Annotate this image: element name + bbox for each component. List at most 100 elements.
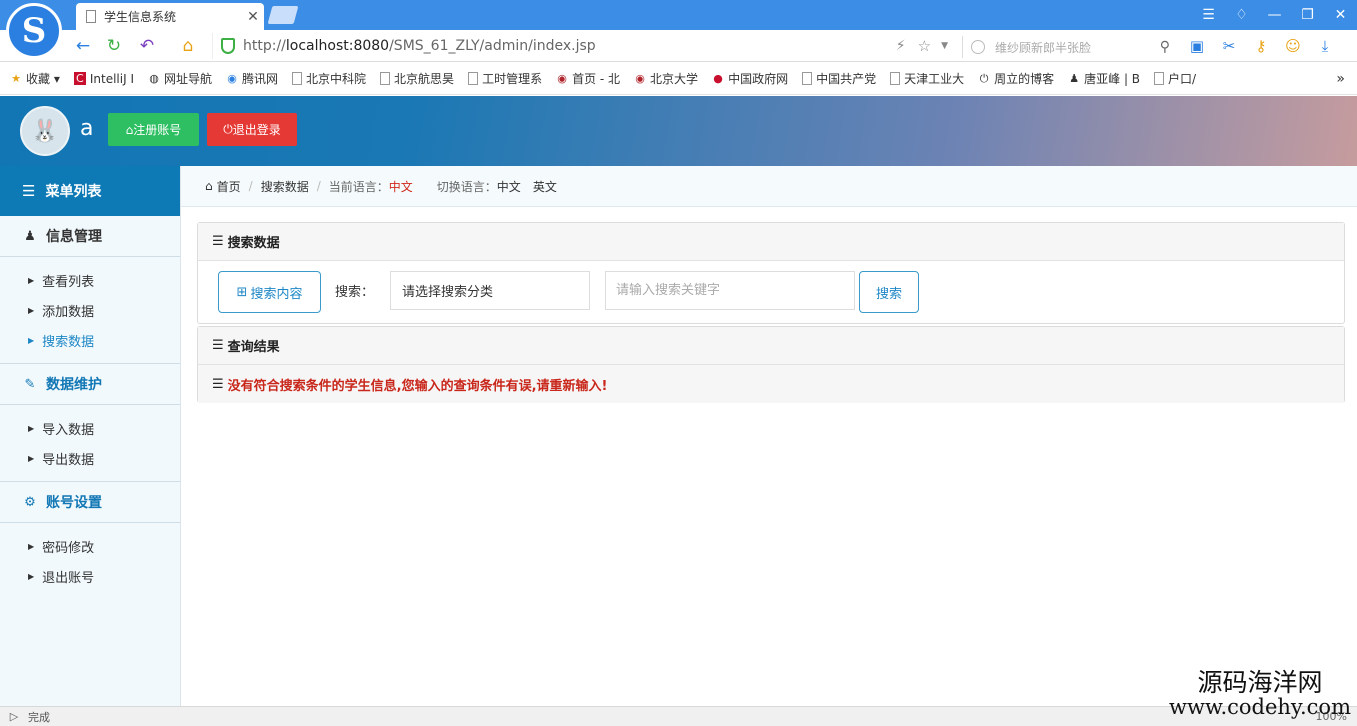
globe-icon: ◍ [149, 72, 159, 85]
close-window-icon[interactable]: ✕ [1324, 0, 1357, 30]
menu-icon[interactable]: ☰ [1192, 0, 1225, 30]
secure-shield-icon [221, 38, 235, 54]
bookmark-item[interactable]: 北京航思昊 [380, 70, 454, 87]
download-icon[interactable]: ⤓ [1314, 35, 1336, 57]
breadcrumb: ⌂ 首页 / 搜索数据 / 当前语言： 中文 切换语言： 中文 英文 [181, 166, 1357, 207]
emoji-icon[interactable]: ☺ [1282, 35, 1304, 57]
pku-icon: ◉ [557, 72, 567, 85]
bookmark-item[interactable]: ◉ 北京大学 [634, 70, 698, 87]
home-icon[interactable]: ⌂ [177, 35, 199, 57]
switch-language-label: 切换语言： [436, 179, 497, 194]
bookmark-item[interactable]: ♟ 唐亚峰 | B [1068, 70, 1140, 87]
sidebar-items-account: ▶ 密码修改 ▶ 退出账号 [0, 523, 180, 599]
play-icon[interactable]: ▷ [0, 710, 28, 723]
search-engine-icon [971, 40, 985, 54]
logout-button[interactable]: ⏻ 退出登录 [207, 113, 297, 146]
close-tab-icon[interactable]: ✕ [242, 9, 264, 25]
search-button[interactable]: 搜索 [859, 271, 919, 313]
tab-title: 学生信息系统 [104, 10, 177, 24]
bookmark-item[interactable]: ◉ 首页 - 北 [556, 70, 620, 87]
qq-icon: ◉ [227, 72, 237, 85]
minimize-icon[interactable]: — [1258, 0, 1291, 30]
address-bar[interactable]: http://localhost:8080/SMS_61_ZLY/admin/i… [212, 33, 954, 59]
keyword-input[interactable] [605, 271, 855, 310]
new-tab-button[interactable] [267, 6, 299, 24]
more-bookmarks-icon[interactable]: » [1336, 71, 1345, 87]
power-icon: ⏻ [223, 122, 233, 136]
bookmark-item[interactable]: 中国共产党 [802, 70, 876, 87]
sidebar-item-import[interactable]: ▶ 导入数据 [0, 413, 180, 443]
page-icon [380, 72, 391, 85]
bookmark-item[interactable]: 户口/ [1154, 70, 1196, 87]
current-language-value: 中文 [388, 179, 413, 194]
page-icon [890, 72, 901, 85]
bars-icon: ☰ [212, 376, 224, 392]
key-icon[interactable]: ⚷ [1250, 35, 1272, 57]
bookmark-item[interactable]: ⏻ 周立的博客 [978, 70, 1054, 87]
maximize-icon[interactable]: ❐ [1291, 0, 1324, 30]
plus-square-icon: ⊞ [236, 284, 248, 300]
watermark-url: www.codehy.com [1169, 695, 1351, 720]
bookmark-item[interactable]: ★ 收藏 ▾ [10, 70, 60, 87]
bookmark-item[interactable]: C IntelliJ I [73, 72, 134, 86]
sidebar-item-view-list[interactable]: ▶ 查看列表 [0, 265, 180, 295]
refresh-icon[interactable]: ↻ [103, 35, 125, 57]
chevron-down-icon[interactable]: ▼ [941, 41, 948, 51]
result-panel: ☰ 查询结果 ☰ 没有符合搜索条件的学生信息,您输入的查询条件有误,请重新输入! [197, 326, 1345, 403]
bars-icon: ☰ [212, 338, 224, 353]
browser-tab[interactable]: 学生信息系统 ✕ [76, 3, 264, 30]
bookmark-item[interactable]: ● 中国政府网 [712, 70, 788, 87]
bars-icon: ☰ [212, 234, 224, 249]
page-icon [1154, 72, 1165, 85]
bookmark-item[interactable]: 北京中科院 [292, 70, 366, 87]
sidebar-group-info[interactable]: ♟ 信息管理 [0, 216, 180, 257]
lang-en-link[interactable]: 英文 [533, 178, 557, 195]
caret-right-icon: ▶ [28, 453, 35, 463]
current-language-label: 当前语言： [328, 179, 389, 194]
scissors-icon[interactable]: ✂ [1218, 35, 1240, 57]
caret-right-icon: ▶ [28, 275, 35, 285]
browser-logo: S [6, 3, 62, 59]
sidebar-item-export[interactable]: ▶ 导出数据 [0, 443, 180, 473]
category-select[interactable]: 请选择搜索分类 [390, 271, 590, 310]
bookmark-item[interactable]: ◍ 网址导航 [148, 70, 212, 87]
bookmark-item[interactable]: 天津工业大 [890, 70, 964, 87]
sidebar-item-change-password[interactable]: ▶ 密码修改 [0, 531, 180, 561]
sync-icon[interactable]: ▣ [1186, 35, 1208, 57]
sidebar-item-search-data[interactable]: ▶ 搜索数据 [0, 325, 180, 355]
search-icon[interactable]: ⚲ [1160, 39, 1170, 55]
search-content-button[interactable]: ⊞ 搜索内容 [218, 271, 321, 313]
sidebar-item-logout-account[interactable]: ▶ 退出账号 [0, 561, 180, 591]
caret-right-icon: ▶ [28, 423, 35, 433]
caret-right-icon: ▶ [28, 335, 35, 345]
sidebar-group-account[interactable]: ⚙ 账号设置 [0, 482, 180, 523]
back-icon[interactable]: ← [72, 35, 94, 57]
bookmark-item[interactable]: ◉ 腾讯网 [226, 70, 278, 87]
register-button[interactable]: ⌂ 注册账号 [108, 113, 199, 146]
skin-icon[interactable]: ♢ [1225, 0, 1258, 30]
pku-icon: ◉ [635, 72, 645, 85]
lightning-icon[interactable]: ⚡ [896, 38, 906, 54]
search-panel-body: ⊞ 搜索内容 搜索： 请选择搜索分类 搜索 [198, 261, 1344, 324]
result-panel-header: ☰ 查询结果 [198, 327, 1344, 365]
window-controls: ☰ ♢ — ❐ ✕ [1192, 0, 1357, 30]
bookmark-item[interactable]: 工时管理系 [468, 70, 542, 87]
page-icon [292, 72, 303, 85]
browser-statusbar: ▷ 完成 100% [0, 706, 1357, 726]
star-icon[interactable]: ☆ [918, 37, 931, 55]
page-icon [802, 72, 813, 85]
lang-zh-link[interactable]: 中文 [497, 178, 521, 195]
breadcrumb-separator: / [316, 179, 321, 193]
emblem-icon: ● [713, 72, 723, 85]
search-label: 搜索： [335, 285, 375, 300]
menu-header: ☰ 菜单列表 [0, 166, 180, 216]
address-url[interactable]: http://localhost:8080/SMS_61_ZLY/admin/i… [243, 38, 896, 54]
sidebar-item-add-data[interactable]: ▶ 添加数据 [0, 295, 180, 325]
sidebar-group-maintenance[interactable]: ✎ 数据维护 [0, 364, 180, 405]
page-icon [468, 72, 479, 85]
breadcrumb-home[interactable]: 首页 [217, 178, 241, 195]
browser-search[interactable]: 维纱顾新郎半张脸 ⚲ [962, 36, 1176, 58]
no-result-message: ☰ 没有符合搜索条件的学生信息,您输入的查询条件有误,请重新输入! [198, 365, 1344, 403]
undo-icon[interactable]: ↶ [136, 35, 158, 57]
home-icon: ⌂ [125, 122, 134, 137]
